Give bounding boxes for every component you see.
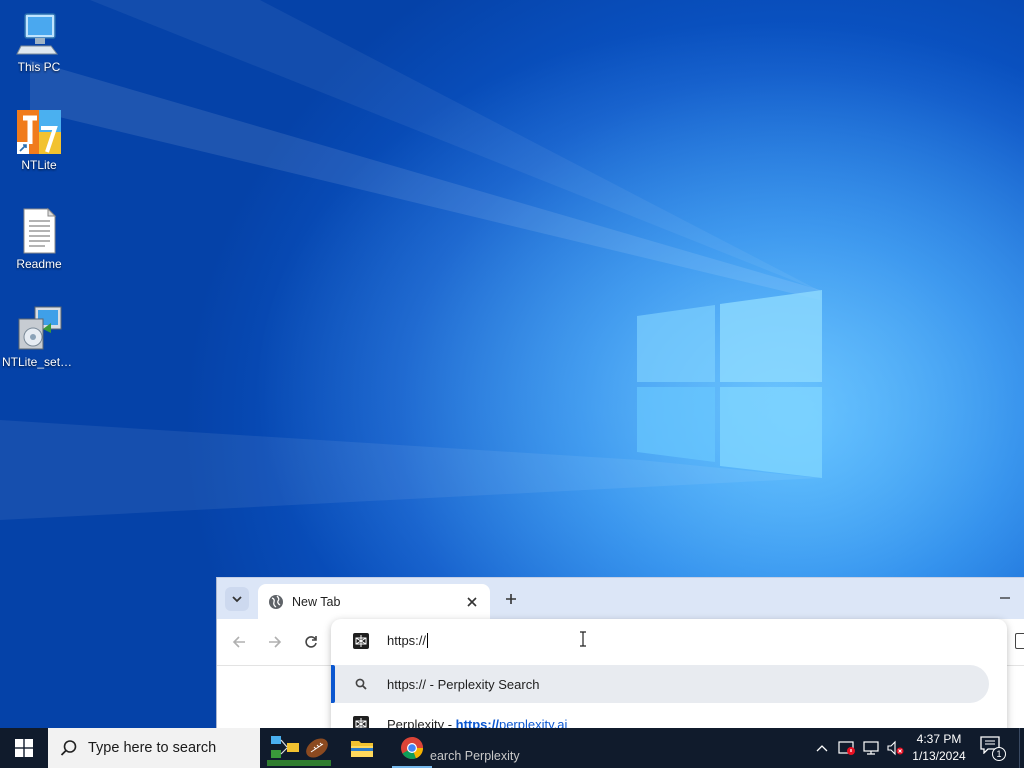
network-icon <box>863 741 879 755</box>
search-icon <box>60 740 77 756</box>
clock-time: 4:37 PM <box>916 732 962 746</box>
suggestion-search-perplexity[interactable]: https:// - Perplexity Search <box>331 665 989 703</box>
reload-button[interactable] <box>301 632 321 652</box>
security-alert-icon <box>838 741 855 755</box>
perplexity-icon <box>353 716 369 728</box>
tray-network[interactable] <box>860 728 882 768</box>
computer-icon <box>16 13 58 55</box>
taskbar-clock[interactable]: 4:37 PM 1/13/2024 <box>906 731 972 765</box>
minimize-icon <box>1000 597 1010 599</box>
volume-muted-icon <box>887 740 904 756</box>
omnibox-dropdown: https:// https:// - Perplexity Search Pe… <box>331 619 1007 728</box>
taskbar-search-box[interactable]: Type here to search <box>48 728 260 768</box>
app-diagram-icon <box>267 736 331 766</box>
omnibox-input[interactable]: https:// <box>331 619 1007 663</box>
suggestion-perplexity-site[interactable]: Perplexity - https://perplexity.ai <box>331 705 989 728</box>
installer-icon <box>18 306 62 350</box>
side-panel-icon[interactable] <box>1015 633 1024 649</box>
forward-button[interactable] <box>265 632 285 652</box>
desktop-icon-ntlite[interactable]: NTLite <box>1 108 77 172</box>
action-center-button[interactable]: 1 <box>980 736 1006 761</box>
plus-icon <box>506 594 516 604</box>
desktop-icon-this-pc[interactable]: This PC <box>1 10 77 74</box>
taskbar-app-chrome[interactable] <box>388 728 436 768</box>
browser-window: New Tab https:// https:// - Perplexity S… <box>216 577 1024 728</box>
windows-start-icon <box>15 739 33 757</box>
clock-date: 1/13/2024 <box>912 749 966 763</box>
notification-count-badge: 1 <box>992 747 1006 761</box>
taskbar: Type here to search earch Perplexity 4:3… <box>0 728 1024 768</box>
start-button[interactable] <box>0 728 48 768</box>
omnibox-text: https:// <box>387 633 427 648</box>
chrome-icon <box>401 737 424 760</box>
tray-volume[interactable] <box>884 728 906 768</box>
search-placeholder: Type here to search <box>88 740 217 756</box>
search-icon <box>353 676 369 692</box>
desktop-icon-label: Readme <box>16 257 62 271</box>
ibeam-cursor-icon <box>580 631 586 647</box>
text-caret <box>427 633 429 648</box>
suggestion-url-match: https:// <box>455 716 499 729</box>
back-arrow-icon <box>232 636 245 648</box>
tab-new-tab[interactable]: New Tab <box>258 584 490 619</box>
partial-suggestion-text: earch Perplexity <box>430 749 520 763</box>
desktop-icon-readme[interactable]: Readme <box>1 207 77 271</box>
reload-icon <box>305 636 317 648</box>
globe-icon <box>269 594 283 609</box>
tab-search-button[interactable] <box>225 587 249 611</box>
suggestion-url-rest: perplexity.ai <box>498 716 568 729</box>
new-tab-button[interactable] <box>499 587 523 611</box>
desktop-icon-ntlite-setup[interactable]: NTLite_setu... <box>1 305 77 369</box>
suggestion-text: https:// - Perplexity Search <box>387 676 540 692</box>
forward-arrow-icon <box>269 636 282 648</box>
desktop-icon-label: NTLite <box>21 158 57 172</box>
suggestion-site-row: Perplexity - https://perplexity.ai <box>387 717 567 729</box>
tray-security[interactable] <box>836 728 858 768</box>
chevron-down-icon <box>232 596 242 603</box>
perplexity-icon <box>353 633 369 649</box>
taskbar-app-file-explorer[interactable] <box>338 728 386 768</box>
taskbar-app-ntlite-widget[interactable] <box>264 728 334 768</box>
tab-strip: New Tab <box>217 578 1024 619</box>
ntlite-icon <box>17 110 61 154</box>
close-icon <box>467 596 477 607</box>
show-hidden-icons-button[interactable] <box>812 728 832 768</box>
back-button[interactable] <box>229 632 249 652</box>
chevron-up-icon <box>816 745 828 752</box>
tab-close-button[interactable] <box>464 594 480 610</box>
desktop-icon-label: This PC <box>17 60 61 74</box>
text-document-icon <box>23 207 57 254</box>
folder-icon <box>351 741 373 757</box>
suggestion-separator: - <box>444 716 456 729</box>
desktop-icon-label: NTLite_setu... <box>2 355 76 369</box>
minimize-button[interactable] <box>993 588 1017 608</box>
windows-logo-wallpaper <box>637 290 822 478</box>
suggestion-site-name: Perplexity <box>387 716 445 729</box>
tab-title: New Tab <box>292 594 341 609</box>
show-desktop-button[interactable] <box>1019 728 1024 768</box>
